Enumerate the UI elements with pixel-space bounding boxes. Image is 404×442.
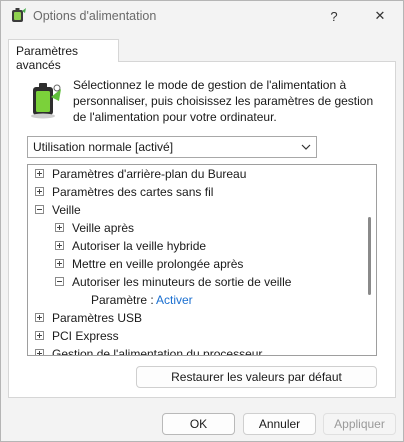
expand-icon[interactable] — [35, 187, 44, 196]
settings-tree[interactable]: Paramètres d'arrière-plan du Bureau Para… — [27, 164, 377, 356]
window-title: Options d'alimentation — [33, 9, 157, 23]
ok-button[interactable]: OK — [162, 413, 235, 435]
tree-item-label: Autoriser la veille hybride — [72, 239, 207, 253]
expand-icon[interactable] — [55, 241, 64, 250]
tree-item-label: Mettre en veille prolongée après — [72, 257, 244, 271]
expand-icon[interactable] — [35, 313, 44, 322]
collapse-icon[interactable] — [35, 205, 44, 214]
title-bar: Options d'alimentation ? ✕ — [1, 1, 403, 31]
power-options-icon — [12, 8, 26, 22]
setting-label: Paramètre : — [91, 293, 154, 307]
power-plan-select[interactable]: Utilisation normale [activé] — [27, 136, 317, 158]
tree-item-label: Paramètres USB — [52, 311, 143, 325]
tree-item-label: PCI Express — [52, 329, 119, 343]
power-plan-value: Utilisation normale [activé] — [33, 140, 174, 154]
expand-icon[interactable] — [35, 331, 44, 340]
battery-icon — [31, 83, 61, 119]
tree-item-label: Gestion de l'alimentation du processeur — [52, 347, 263, 356]
cancel-button[interactable]: Annuler — [243, 413, 316, 435]
restore-defaults-button[interactable]: Restaurer les valeurs par défaut — [136, 366, 377, 388]
tree-item-label: Veille après — [72, 221, 135, 235]
tree-item-label: Veille — [52, 203, 81, 217]
apply-button[interactable]: Appliquer — [323, 413, 396, 435]
collapse-icon[interactable] — [55, 277, 64, 286]
expand-icon[interactable] — [55, 259, 64, 268]
tree-item-label: Paramètres d'arrière-plan du Bureau — [52, 167, 247, 181]
chevron-down-icon — [301, 144, 311, 150]
instruction-text: Sélectionnez le mode de gestion de l'ali… — [73, 78, 374, 124]
setting-value[interactable]: Activer — [156, 291, 193, 309]
tree-item-label: Autoriser les minuteurs de sortie de vei… — [72, 275, 292, 289]
expand-icon[interactable] — [35, 349, 44, 355]
tree-scrollbar[interactable] — [368, 217, 371, 295]
close-button[interactable]: ✕ — [357, 1, 403, 31]
expand-icon[interactable] — [55, 223, 64, 232]
tree-item-label: Paramètres des cartes sans fil — [52, 185, 214, 199]
tab-advanced-settings[interactable]: Paramètres avancés — [8, 39, 119, 72]
power-options-window: Options d'alimentation ? ✕ Paramètres av… — [0, 0, 404, 442]
help-button[interactable]: ? — [311, 1, 357, 31]
expand-icon[interactable] — [35, 169, 44, 178]
